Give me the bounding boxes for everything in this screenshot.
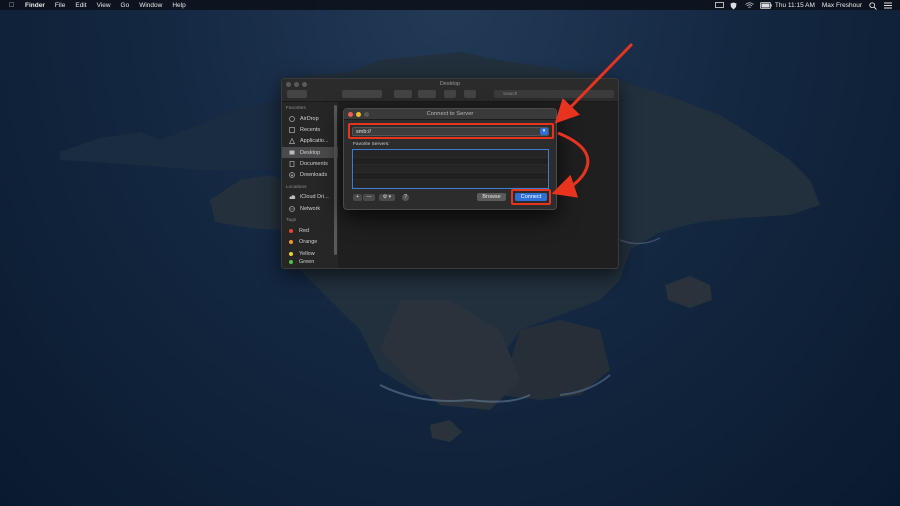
sidebar-tag-orange[interactable]: Orange (282, 237, 338, 248)
battery-icon[interactable] (759, 1, 772, 9)
tag-color-dot (289, 260, 293, 265)
action-gear-button[interactable] (418, 90, 436, 98)
sidebar-item-documents[interactable]: Documents (282, 158, 338, 169)
airdrop-icon (289, 115, 295, 122)
menu-go[interactable]: Go (121, 2, 130, 9)
tag-color-dot (289, 240, 293, 245)
gear-menu-button[interactable]: ⚙ ▾ (379, 194, 395, 201)
sidebar-item-label: Red (299, 228, 310, 235)
sidebar-item-airdrop[interactable]: AirDrop (282, 113, 338, 124)
share-button[interactable] (444, 90, 456, 98)
list-item[interactable] (353, 158, 548, 165)
finder-title: Desktop (439, 81, 461, 87)
tag-button[interactable] (464, 90, 476, 98)
list-item[interactable] (353, 150, 548, 158)
screen-mirroring-icon[interactable] (714, 1, 724, 9)
remove-server-button[interactable]: — (363, 194, 375, 201)
back-forward-buttons[interactable] (287, 90, 307, 98)
menu-file[interactable]: File (55, 2, 65, 9)
list-item[interactable] (353, 173, 548, 180)
sidebar-item-label: Applicatio... (300, 138, 329, 145)
sidebar-item-downloads[interactable]: Downloads (282, 169, 338, 180)
group-button[interactable] (394, 90, 412, 98)
menu-edit[interactable]: Edit (75, 2, 86, 9)
sidebar-item-label: Green (299, 259, 315, 266)
clock[interactable]: Thu 11:15 AM (775, 2, 815, 9)
applications-icon (288, 137, 296, 145)
sidebar-item-label: Downloads (300, 172, 328, 179)
dialog-title: Connect to Server (426, 111, 474, 117)
sidebar-item-label: Documents (300, 160, 328, 167)
finder-toolbar: Desktop Search (282, 79, 618, 102)
menu-bar:  Finder File Edit View Go Window Help T… (0, 0, 900, 10)
sidebar-item-desktop[interactable]: Desktop (282, 146, 338, 159)
finder-sidebar: Favorites AirDrop Recents Applicatio... … (282, 102, 338, 268)
list-item[interactable] (353, 180, 548, 188)
status-area: Thu 11:15 AM Max Freshour (714, 1, 900, 10)
sidebar-tag-yellow[interactable]: Yellow (282, 248, 338, 259)
sidebar-tags-header: Tags (286, 218, 297, 224)
address-highlight-box (348, 123, 554, 139)
spotlight-search-icon[interactable] (869, 1, 877, 10)
sidebar-item-recents[interactable]: Recents (282, 124, 338, 135)
sidebar-tag-red[interactable]: Red (282, 225, 338, 236)
sidebar-item-network[interactable]: Network (282, 203, 338, 214)
browse-button[interactable]: Browse (477, 193, 506, 201)
help-button[interactable]: ? (402, 194, 409, 201)
desktop-icon (289, 150, 295, 156)
sidebar-item-label: AirDrop (300, 115, 319, 122)
sidebar-tag-green[interactable]: Green (282, 259, 338, 265)
favorite-servers-list[interactable] (352, 149, 549, 189)
view-mode-buttons[interactable] (342, 90, 382, 98)
menu-window[interactable]: Window (139, 2, 162, 9)
sidebar-item-label: Orange (299, 239, 318, 246)
favorite-servers-label: Favorite Servers: (353, 142, 390, 147)
tag-color-dot (289, 229, 293, 234)
notification-center-icon[interactable] (884, 2, 892, 9)
clock-icon (289, 127, 295, 133)
sidebar-item-label: Yellow (299, 250, 315, 257)
tag-color-dot (289, 251, 293, 256)
sidebar-item-applications[interactable]: Applicatio... (282, 136, 338, 147)
apple-menu-icon[interactable]:  (9, 2, 17, 9)
wifi-icon[interactable] (745, 1, 754, 9)
download-icon (289, 172, 295, 178)
sidebar-favorites-header: Favorites (286, 106, 306, 111)
dialog-titlebar: Connect to Server (344, 109, 556, 120)
sidebar-scrollbar[interactable] (334, 105, 337, 255)
menu-help[interactable]: Help (172, 2, 185, 9)
user-name[interactable]: Max Freshour (822, 2, 862, 9)
menu-app-name[interactable]: Finder (25, 2, 45, 9)
document-icon (289, 160, 295, 167)
menu-view[interactable]: View (97, 2, 111, 9)
sidebar-item-label: Network (300, 205, 321, 212)
sidebar-item-icloud[interactable]: iCloud Dri... (282, 192, 338, 203)
network-icon (289, 205, 295, 212)
connect-highlight-box (511, 189, 551, 205)
cloud-icon (289, 194, 296, 200)
add-server-button[interactable]: + (353, 194, 362, 201)
connect-to-server-dialog: Connect to Server smb:// ▾ Favorite Serv… (343, 108, 557, 210)
sidebar-item-label: iCloud Dri... (300, 194, 329, 201)
finder-search-field[interactable]: Search (494, 90, 614, 98)
shield-icon[interactable] (730, 2, 738, 9)
sidebar-item-label: Recents (300, 126, 321, 133)
list-item[interactable] (353, 165, 548, 173)
sidebar-locations-header: Locations (286, 184, 307, 190)
sidebar-item-label: Desktop (300, 149, 321, 156)
